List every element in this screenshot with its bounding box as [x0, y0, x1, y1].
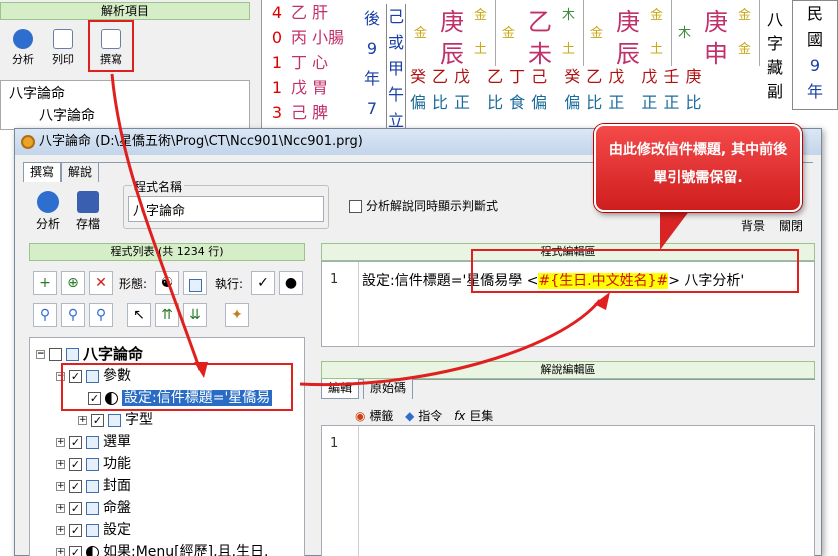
annotation-arrows: [110, 73, 690, 387]
instruction-callout: 由此修改信件標題, 其中前後單引號需保留.: [594, 124, 802, 212]
